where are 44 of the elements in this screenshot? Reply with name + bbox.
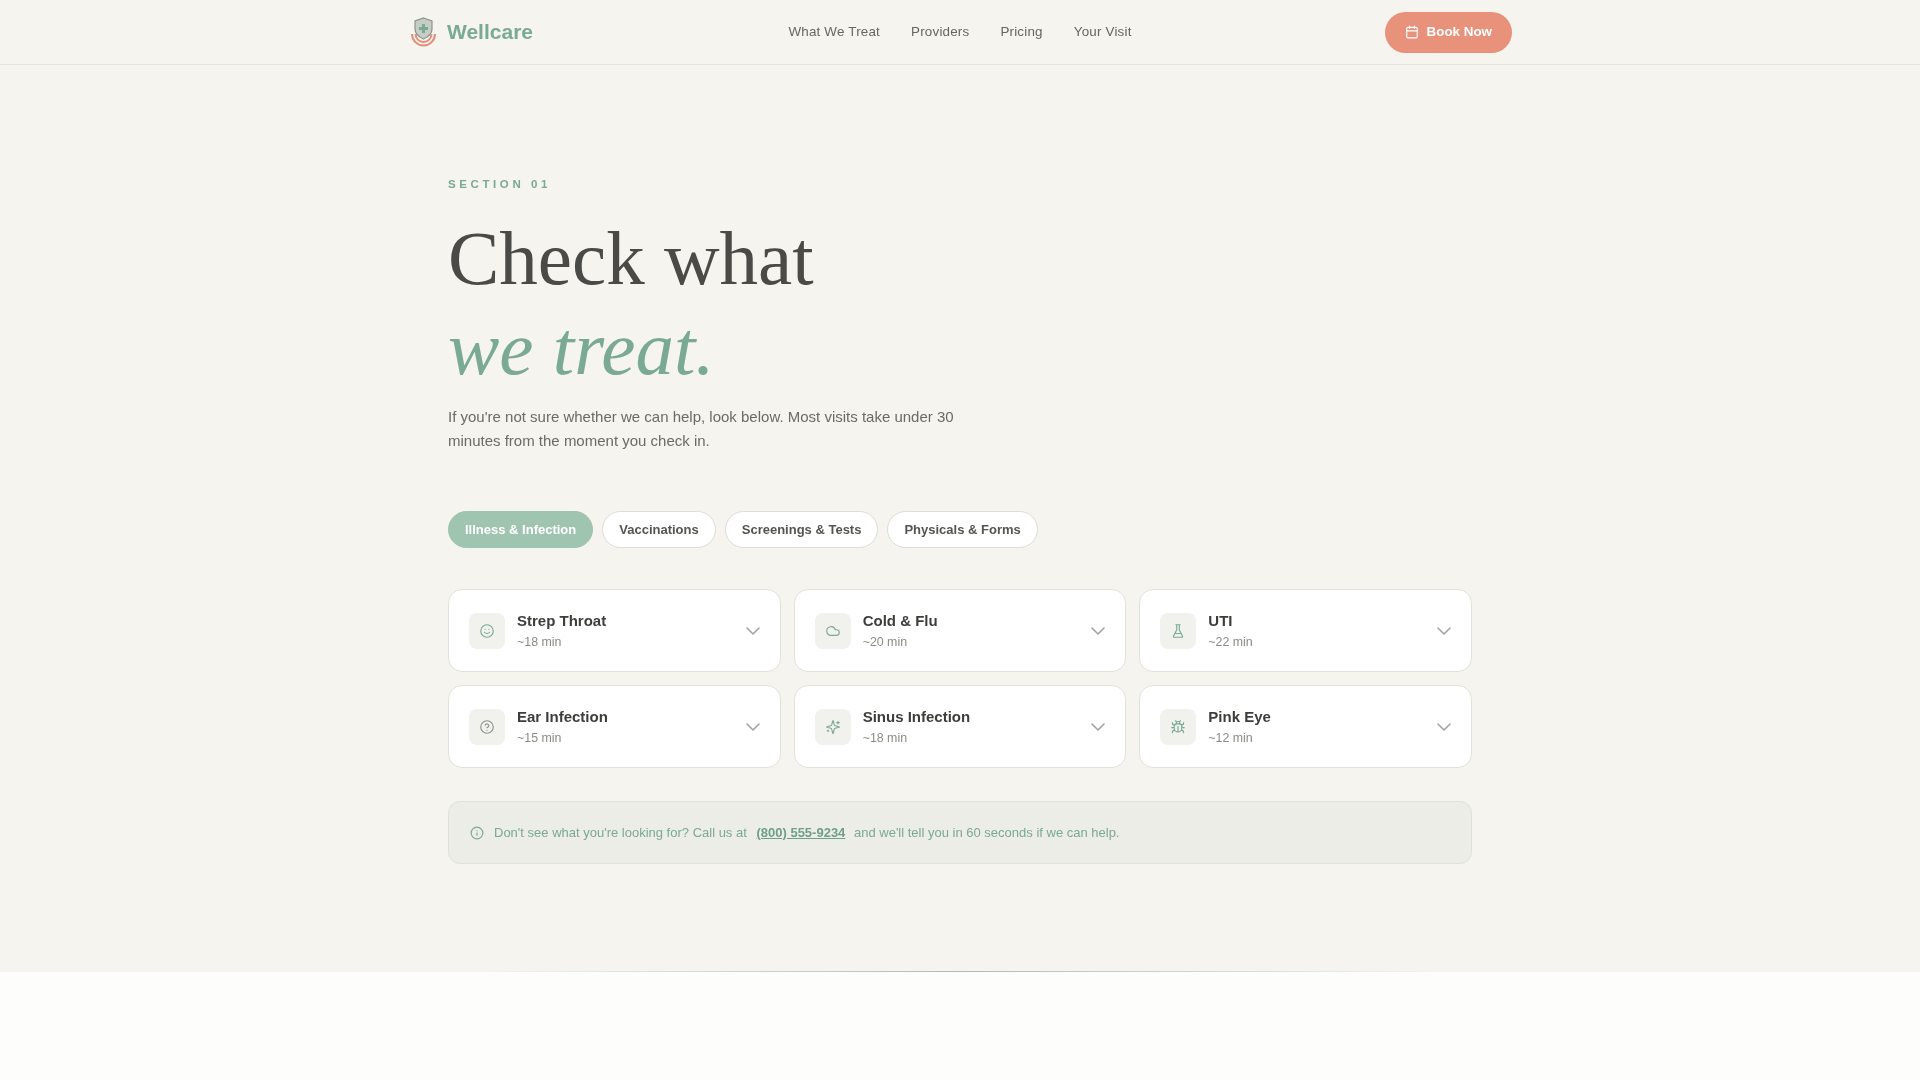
wait-time: ~18 min (517, 633, 563, 651)
chevron-down-icon (745, 722, 760, 731)
wait-time: ~12 min (1208, 729, 1254, 747)
category-tab[interactable]: Screenings & Tests (724, 511, 879, 548)
condition-card[interactable]: Ear Infection ~15 min (448, 685, 781, 768)
condition-card[interactable]: Cold & Flu ~20 min (793, 589, 1127, 672)
condition-card[interactable]: Pink Eye ~12 min (1139, 685, 1472, 768)
condition-name: Ear Infection (517, 706, 609, 727)
category-tab[interactable]: Physicals & Forms (887, 511, 1038, 548)
condition-name: UTI (1208, 610, 1234, 631)
chevron-down-icon (1437, 626, 1451, 635)
nav-link[interactable]: Pricing (1000, 21, 1043, 43)
info-icon (470, 825, 484, 840)
intro-text: If you're not sure whether we can help, look below. Most visits take under 30 minutes from the moment you check in. (448, 407, 955, 451)
section-label: SECTION 01 (448, 177, 553, 192)
chevron-down-icon (1091, 722, 1106, 731)
nav-link[interactable]: What We Treat (788, 21, 881, 43)
sparkles-icon (814, 708, 851, 745)
nav-link[interactable]: Providers (911, 21, 970, 43)
condition-name: Sinus Infection (862, 706, 972, 727)
calendar-icon (1404, 25, 1419, 39)
help-notice-text: Don't see what you're looking for? Call us at (800) 555-9234 and we'll tell you in 60 seconds if we can help. (494, 823, 1120, 842)
condition-card[interactable]: Sinus Infection ~18 min (793, 685, 1127, 768)
cloud-icon (814, 612, 851, 649)
smiley-face-icon (469, 612, 505, 649)
condition-card[interactable]: UTI ~22 min (1139, 589, 1472, 672)
nav-link[interactable]: Your Visit (1073, 21, 1132, 43)
condition-name: Strep Throat (517, 610, 608, 631)
flask-icon (1160, 612, 1197, 649)
wait-time: ~15 min (517, 729, 563, 747)
shield-logo-icon (408, 16, 439, 48)
category-tab[interactable]: Vaccinations (602, 511, 716, 548)
condition-card[interactable]: Strep Throat ~18 min (448, 589, 781, 672)
heading-accent: we treat. (448, 304, 715, 393)
bug-icon (1160, 708, 1197, 745)
chevron-down-icon (1437, 722, 1451, 731)
chevron-down-icon (1091, 626, 1106, 635)
wait-time: ~22 min (1208, 633, 1254, 651)
chevron-down-icon (745, 626, 760, 635)
condition-name: Pink Eye (1208, 706, 1272, 727)
heading: Check what (448, 214, 814, 303)
wait-time: ~18 min (862, 729, 909, 747)
condition-name: Cold & Flu (862, 610, 939, 631)
wait-time: ~20 min (862, 633, 909, 651)
